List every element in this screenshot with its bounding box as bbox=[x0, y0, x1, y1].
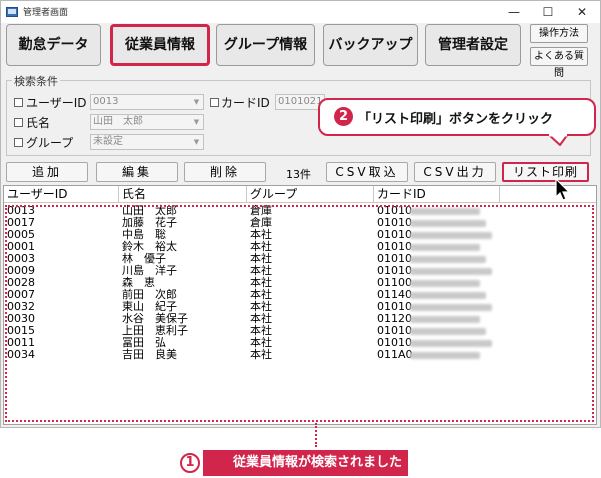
group-value: 未設定 bbox=[93, 136, 123, 147]
search-result-highlight bbox=[5, 205, 594, 422]
title-bar: 管理者画面 — ☐ ✕ bbox=[1, 1, 600, 23]
user-id-checkbox[interactable] bbox=[14, 98, 23, 107]
csv-import-button[interactable]: CSV取込 bbox=[326, 162, 408, 182]
group-field[interactable]: 未設定 ▼ bbox=[90, 134, 204, 150]
tab-employee-info[interactable]: 従業員情報 bbox=[110, 24, 210, 66]
step2-number: 2 bbox=[334, 107, 353, 126]
user-id-label: ユーザーID bbox=[26, 96, 87, 110]
user-id-value: 0013 bbox=[93, 96, 119, 107]
tab-admin-settings[interactable]: 管理者設定 bbox=[425, 24, 521, 66]
group-label: グループ bbox=[26, 136, 74, 150]
mouse-pointer-icon bbox=[555, 178, 571, 201]
app-icon bbox=[6, 6, 18, 18]
search-conditions-title: 検索条件 bbox=[12, 73, 60, 89]
maximize-button[interactable]: ☐ bbox=[531, 1, 565, 23]
callout-tail bbox=[548, 134, 568, 146]
faq-button[interactable]: よくある質問 bbox=[530, 47, 588, 79]
tab-attendance-data[interactable]: 勤怠データ bbox=[6, 24, 101, 66]
window-title: 管理者画面 bbox=[23, 8, 69, 18]
tab-group-info[interactable]: グループ情報 bbox=[216, 24, 315, 66]
edit-button[interactable]: 編集 bbox=[96, 162, 178, 182]
csv-export-button[interactable]: CSV出力 bbox=[414, 162, 496, 182]
card-id-label: カードID bbox=[221, 96, 270, 110]
step1-label: 従業員情報が検索されました bbox=[203, 450, 409, 476]
tab-backup[interactable]: バックアップ bbox=[323, 24, 418, 66]
step2-text: 「リスト印刷」ボタンをクリック bbox=[358, 112, 554, 127]
user-id-field[interactable]: 0013 ▼ bbox=[90, 94, 204, 110]
card-id-value: 0101021 bbox=[278, 96, 323, 107]
name-label: 氏名 bbox=[26, 116, 51, 130]
card-id-checkbox[interactable] bbox=[210, 98, 219, 107]
chevron-down-icon: ▼ bbox=[193, 138, 200, 146]
name-field[interactable]: 山田 太郎 ▼ bbox=[90, 114, 204, 130]
close-button[interactable]: ✕ bbox=[565, 1, 599, 23]
add-button[interactable]: 追加 bbox=[6, 162, 88, 182]
result-count: 13件 bbox=[286, 168, 311, 181]
column-header-name[interactable]: 氏名 bbox=[119, 186, 247, 203]
column-header-group[interactable]: グループ bbox=[247, 186, 374, 203]
column-header-card-id[interactable]: カードID bbox=[374, 186, 500, 203]
list-print-button[interactable]: リスト印刷 bbox=[502, 162, 589, 182]
chevron-down-icon: ▼ bbox=[193, 98, 200, 106]
step1-number: 1 bbox=[180, 453, 200, 473]
table-header: ユーザーID 氏名 グループ カードID bbox=[4, 186, 596, 203]
chevron-down-icon: ▼ bbox=[193, 118, 200, 126]
minimize-button[interactable]: — bbox=[497, 1, 531, 23]
annotation-connector bbox=[315, 423, 317, 447]
column-header-user-id[interactable]: ユーザーID bbox=[4, 186, 119, 203]
group-checkbox[interactable] bbox=[14, 138, 23, 147]
delete-button[interactable]: 削除 bbox=[184, 162, 266, 182]
name-checkbox[interactable] bbox=[14, 118, 23, 127]
manual-button[interactable]: 操作方法 bbox=[530, 24, 588, 43]
name-value: 山田 太郎 bbox=[93, 116, 143, 127]
